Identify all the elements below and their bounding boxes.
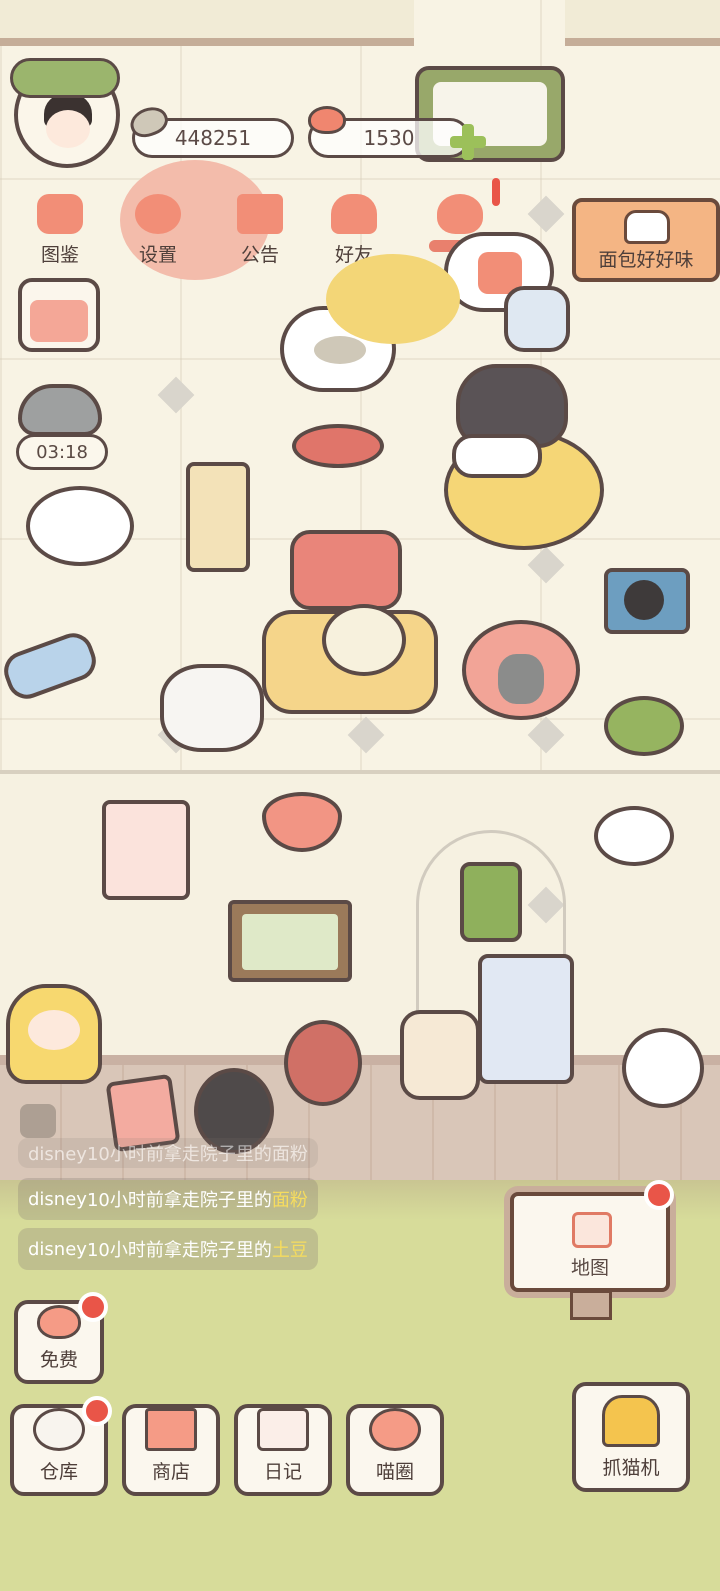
omamori-charm[interactable] (460, 862, 522, 942)
panda-plaque[interactable] (594, 806, 674, 866)
menu-announcement[interactable]: 公告 (220, 190, 300, 270)
scratching-post[interactable] (186, 462, 250, 572)
sign-post (570, 1290, 612, 1320)
food-bowl[interactable] (292, 424, 384, 468)
feed-user: disney (28, 1188, 87, 1210)
top-shelf (0, 0, 414, 46)
map-label: 地图 (570, 1257, 609, 1279)
warehouse-icon (33, 1408, 85, 1451)
diary-label: 日记 (263, 1461, 302, 1483)
timer-value: 03:18 (36, 441, 88, 463)
menu-label: 设置 (138, 244, 177, 266)
white-hat[interactable] (26, 486, 134, 566)
diary-icon (257, 1408, 309, 1451)
free-notification-badge (78, 1292, 108, 1322)
bread-icon (624, 210, 670, 244)
feed-text: 10小时前拿走院子里的 (86, 1240, 272, 1261)
feed-user: disney (28, 1238, 87, 1260)
map-notification-badge (644, 1180, 674, 1210)
cat-circle-button[interactable]: 喵圈 (346, 1404, 444, 1496)
shop-icon (145, 1408, 197, 1451)
feed-row[interactable]: disney 10小时前拿走院子里的 土豆 (18, 1228, 318, 1270)
alert-exclamation-icon (492, 178, 500, 206)
bread-event-banner[interactable]: 面包好好味 (572, 198, 720, 282)
robot-toy[interactable] (504, 286, 570, 352)
bunny-scroll[interactable] (102, 800, 190, 900)
diary-button[interactable]: 日记 (234, 1404, 332, 1496)
feed-row-partial: disney10小时前拿走院子里的面粉 (18, 1138, 318, 1168)
feed-toggle-icon[interactable] (20, 1104, 56, 1138)
banner-label: 面包好好味 (598, 249, 694, 271)
menu-settings[interactable]: 设置 (118, 190, 198, 270)
gear-icon (135, 194, 181, 234)
heart-value: 1530 (363, 126, 415, 150)
cat-circle-label: 喵圈 (375, 1461, 414, 1483)
blonde-doll[interactable] (6, 984, 102, 1084)
rice-cooker[interactable] (160, 664, 264, 752)
feed-text: 10小时前拿走院子里的 (86, 1190, 272, 1211)
claw-machine-label: 抓猫机 (602, 1457, 660, 1479)
warehouse-label: 仓库 (39, 1461, 78, 1483)
menu-label: 公告 (240, 244, 279, 266)
feed-partial-text: disney10小时前拿走院子里的面粉 (28, 1144, 308, 1165)
white-daruma[interactable] (622, 1028, 704, 1108)
timer-display[interactable]: 03:18 (16, 434, 108, 470)
friends-icon (331, 194, 377, 234)
calendar-edit-button[interactable] (18, 278, 100, 352)
feed-row[interactable]: disney 10小时前拿走院子里的 面粉 (18, 1178, 318, 1220)
menu-label: 图鉴 (40, 244, 79, 266)
shop-button[interactable]: 商店 (122, 1404, 220, 1496)
cat-body (452, 434, 542, 478)
photo-frame[interactable] (228, 900, 352, 982)
add-hearts-button[interactable] (450, 124, 486, 160)
ornate-mirror[interactable] (400, 1010, 480, 1100)
striped-chair[interactable] (290, 530, 402, 610)
claw-machine-button[interactable]: 抓猫机 (572, 1382, 690, 1492)
broken-heart-icon (437, 194, 483, 234)
mouse-timer-icon (18, 384, 102, 436)
mouse-plush[interactable] (462, 620, 580, 720)
feed-item: 土豆 (271, 1240, 308, 1261)
heart-icon (37, 1305, 81, 1339)
gift-icon (237, 194, 283, 234)
map-button[interactable]: 地图 (510, 1192, 670, 1292)
house-icon (572, 1212, 612, 1248)
record-player[interactable] (604, 568, 690, 634)
heart-icon (308, 106, 346, 134)
free-label: 免费 (39, 1349, 78, 1371)
flower-arch[interactable] (478, 954, 574, 1084)
cat-head-icon (37, 194, 83, 234)
claw-icon (602, 1395, 660, 1447)
menu-encyclopedia[interactable]: 图鉴 (20, 190, 100, 270)
yellow-pillow[interactable] (326, 254, 460, 344)
teapot[interactable] (322, 604, 406, 676)
shop-label: 商店 (151, 1461, 190, 1483)
top-shelf-right (565, 0, 720, 46)
flower-crown-icon (10, 58, 120, 98)
feed-item: 面粉 (271, 1190, 308, 1211)
warehouse-notification-badge (82, 1396, 112, 1426)
cat-planet-icon (369, 1408, 421, 1451)
red-daruma[interactable] (284, 1020, 362, 1106)
green-cushion[interactable] (604, 696, 684, 756)
fish-coin-value: 448251 (174, 126, 252, 150)
